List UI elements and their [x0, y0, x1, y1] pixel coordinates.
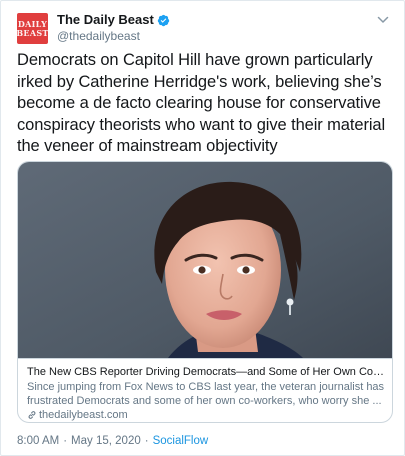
card-image[interactable]: [18, 162, 393, 358]
verified-badge-icon: [157, 14, 170, 26]
avatar-text-line2: BEAST: [17, 27, 48, 38]
card-description-line: Since jumping from Fox News to CBS last …: [27, 381, 385, 393]
tweet-text-line: Democrats on Capitol Hill have grown par…: [17, 51, 373, 69]
chevron-down-icon[interactable]: [376, 13, 390, 27]
card-body[interactable]: The New CBS Reporter Driving Democrats—a…: [18, 358, 392, 422]
tweet-text-line: become a de facto clearing house for con…: [17, 94, 381, 112]
name-row: The Daily Beast: [57, 12, 170, 28]
meta-separator: ·: [63, 435, 68, 447]
tweet-embed: DAILY BEAST The Daily Beast @thedailybea…: [0, 0, 405, 456]
card-title[interactable]: The New CBS Reporter Driving Democrats—a…: [27, 365, 385, 379]
card-description-line: frustrated Democrats and some of her own…: [27, 395, 382, 407]
link-card[interactable]: The New CBS Reporter Driving Democrats—a…: [17, 161, 393, 423]
tweet-source[interactable]: SocialFlow: [153, 435, 209, 447]
display-name[interactable]: The Daily Beast: [57, 12, 154, 28]
tweet-text-line: irked by Catherine Herridge's work, beli…: [17, 72, 382, 91]
meta-separator: ·: [144, 435, 149, 447]
tweet-text-line: the veneer of mainstream objectivity: [17, 137, 278, 155]
avatar[interactable]: DAILY BEAST: [17, 13, 48, 44]
tweet-text: Democrats on Capitol Hill have grown par…: [17, 50, 397, 158]
tweet-meta: 8:00 AM · May 15, 2020 · SocialFlow: [17, 435, 208, 447]
tweet-time[interactable]: 8:00 AM: [17, 435, 59, 447]
card-domain-text[interactable]: thedailybeast.com: [39, 408, 128, 422]
tweet-date[interactable]: May 15, 2020: [71, 435, 141, 447]
handle[interactable]: @thedailybeast: [57, 28, 170, 44]
card-description: Since jumping from Fox News to CBS last …: [27, 380, 385, 408]
user-info: The Daily Beast @thedailybeast: [57, 12, 170, 44]
card-domain[interactable]: thedailybeast.com: [27, 408, 385, 422]
link-icon: [28, 411, 36, 419]
tweet-text-line: conspiracy theorists who want to give th…: [17, 115, 386, 134]
